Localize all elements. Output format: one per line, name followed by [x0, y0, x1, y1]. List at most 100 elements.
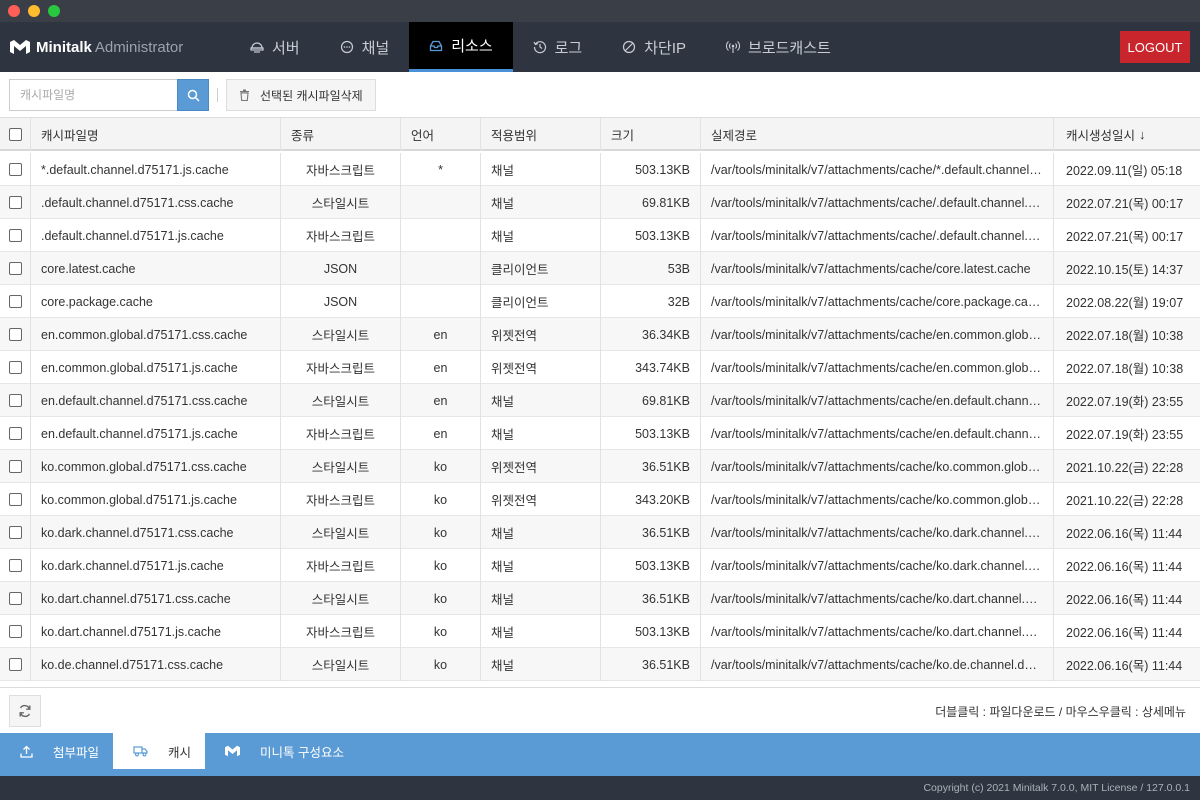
cell-size: 36.51KB — [601, 516, 701, 549]
cell-lang — [401, 252, 481, 285]
cell-date: 2021.10.22(금) 22:28 — [1066, 494, 1184, 508]
cell-lang — [401, 285, 481, 318]
row-checkbox[interactable] — [8, 262, 22, 275]
table-row[interactable]: ko.dart.channel.d75171.css.cache 스타일시트 ko 채… — [0, 582, 1200, 615]
minimize-window-button[interactable] — [28, 5, 40, 17]
cell-path-text: /var/tools/minitalk/v7/attachments/cache… — [711, 393, 1043, 408]
cell-date: 2022.06.16(목) 11:44 — [1066, 593, 1183, 607]
window-titlebar — [0, 0, 1200, 22]
row-checkbox[interactable] — [8, 328, 22, 341]
copyright-text: Copyright (c) 2021 Minitalk 7.0.0, MIT L… — [923, 782, 1190, 794]
row-checkbox[interactable] — [8, 427, 22, 440]
row-checkbox[interactable] — [8, 559, 22, 572]
search-button[interactable] — [177, 79, 209, 111]
app-logo: Minitalk Administrator — [10, 22, 183, 72]
cell-scope: 채널 — [481, 549, 601, 582]
status-bar: Copyright (c) 2021 Minitalk 7.0.0, MIT L… — [0, 776, 1200, 800]
table-row[interactable]: ko.dark.channel.d75171.css.cache 스타일시트 ko 채… — [0, 516, 1200, 549]
cell-name: .default.channel.d75171.css.cache — [31, 186, 281, 219]
nav-item-label: 리소스 — [451, 38, 493, 55]
cell-type: JSON — [281, 285, 401, 318]
row-checkbox[interactable] — [8, 394, 22, 407]
cell-path: /var/tools/minitalk/v7/attachments/cache… — [701, 615, 1054, 648]
nav-item-server[interactable]: 서버 — [230, 22, 320, 72]
column-header-scope[interactable]: 적용범위 — [481, 118, 601, 151]
cell-name: core.latest.cache — [31, 252, 281, 285]
cell-date: 2022.10.15(토) 14:37 — [1066, 263, 1184, 277]
cell-lang: ko — [401, 582, 481, 615]
nav-item-inbox[interactable]: 리소스 — [409, 22, 513, 72]
cell-type: 스타일시트 — [281, 648, 401, 681]
zoom-window-button[interactable] — [48, 5, 60, 17]
cell-scope: 위젯전역 — [481, 483, 601, 516]
row-checkbox[interactable] — [8, 196, 22, 209]
row-checkbox[interactable] — [8, 625, 22, 638]
row-checkbox[interactable] — [8, 163, 22, 176]
table-row[interactable]: en.default.channel.d75171.css.cache 스타일시트… — [0, 384, 1200, 417]
cell-path-text: /var/tools/minitalk/v7/attachments/cache… — [711, 327, 1043, 342]
table-row[interactable]: *.default.channel.d75171.js.cache 자바스크립트 *… — [0, 153, 1200, 186]
table-row[interactable]: .default.channel.d75171.css.cache 스타일시트 채널… — [0, 186, 1200, 219]
table-row[interactable]: core.latest.cache JSON 클리이언트 53B/var/tools/… — [0, 252, 1200, 285]
cell-path: /var/tools/minitalk/v7/attachments/cache… — [701, 549, 1054, 582]
cell-path-text: /var/tools/minitalk/v7/attachments/cache… — [711, 459, 1043, 474]
tab-truck[interactable]: 캐시 — [113, 733, 206, 769]
refresh-button[interactable] — [9, 695, 41, 727]
cell-path-text: /var/tools/minitalk/v7/attachments/cache… — [711, 492, 1043, 507]
row-checkbox[interactable] — [8, 229, 22, 242]
table-row[interactable]: ko.common.global.d75171.js.cache 자바스크립트 ko… — [0, 483, 1200, 516]
tab-upload[interactable]: 첨부파일 — [0, 733, 113, 769]
cell-lang: en — [401, 318, 481, 351]
column-header-name[interactable]: 캐시파일명 — [31, 118, 281, 151]
delete-selected-label: 선택된 캐시파일삭제 — [260, 88, 363, 103]
cell-size: 503.13KB — [601, 153, 701, 186]
table-row[interactable]: en.common.global.d75171.css.cache 스타일시트 en… — [0, 318, 1200, 351]
table-row[interactable]: ko.common.global.d75171.css.cache 스타일시트 ko… — [0, 450, 1200, 483]
row-checkbox[interactable] — [8, 460, 22, 473]
table-row[interactable]: ko.de.channel.d75171.css.cache 스타일시트 ko 채널 3… — [0, 648, 1200, 681]
table-row[interactable]: .default.channel.d75171.js.cache 자바스크립트 채널… — [0, 219, 1200, 252]
row-checkbox[interactable] — [8, 526, 22, 539]
cell-name: .default.channel.d75171.js.cache — [31, 219, 281, 252]
row-checkbox[interactable] — [8, 658, 22, 671]
column-header-size[interactable]: 크기 — [601, 118, 701, 151]
cell-scope: 채널 — [481, 186, 601, 219]
table-row[interactable]: en.default.channel.d75171.js.cache 자바스크립트… — [0, 417, 1200, 450]
row-checkbox[interactable] — [8, 592, 22, 605]
table-row[interactable]: en.common.global.d75171.js.cache 자바스크립트 en… — [0, 351, 1200, 384]
nav-item-broadcast[interactable]: 브로드캐스트 — [706, 22, 851, 72]
nav-item-chat[interactable]: 채널 — [320, 22, 410, 72]
inbox-icon — [429, 39, 443, 53]
cell-date: 2022.06.16(목) 11:44 — [1066, 659, 1183, 673]
nav-item-ban[interactable]: 차단IP — [602, 22, 706, 72]
cell-date: 2022.06.16(목) 11:44 — [1066, 527, 1183, 541]
column-header-path[interactable]: 실제경로 — [701, 118, 1054, 151]
close-window-button[interactable] — [8, 5, 20, 17]
cell-path-text: /var/tools/minitalk/v7/attachments/cache… — [711, 624, 1043, 639]
cell-path-text: /var/tools/minitalk/v7/attachments/cache… — [711, 657, 1043, 672]
nav-item-history[interactable]: 로그 — [513, 22, 603, 72]
cell-date: 2022.07.18(월) 10:38 — [1066, 362, 1184, 376]
cell-date: 2022.08.22(월) 19:07 — [1066, 296, 1184, 310]
row-checkbox[interactable] — [8, 295, 22, 308]
cell-name: ko.dark.channel.d75171.js.cache — [31, 549, 281, 582]
search-input[interactable] — [9, 79, 177, 111]
cell-type: 자바스크립트 — [281, 483, 401, 516]
server-icon — [250, 40, 264, 54]
select-all-checkbox[interactable] — [8, 128, 22, 141]
table-row[interactable]: ko.dart.channel.d75171.js.cache 자바스크립트 ko 채… — [0, 615, 1200, 648]
column-header-date[interactable]: 캐시생성일시 ↓ — [1054, 118, 1200, 151]
row-select-cell — [0, 384, 31, 417]
table-row[interactable]: ko.dark.channel.d75171.js.cache 자바스크립트 ko 채… — [0, 549, 1200, 582]
delete-selected-button[interactable]: 선택된 캐시파일삭제 — [226, 79, 376, 111]
column-header-lang[interactable]: 언어 — [401, 118, 481, 151]
logout-button[interactable]: LOGOUT — [1120, 31, 1190, 63]
row-checkbox[interactable] — [8, 361, 22, 374]
nav-item-label: 브로드캐스트 — [748, 39, 831, 57]
table-row[interactable]: core.package.cache JSON 클리이언트 32B/var/tools… — [0, 285, 1200, 318]
cell-name: ko.dart.channel.d75171.css.cache — [31, 582, 281, 615]
row-checkbox[interactable] — [8, 493, 22, 506]
tab-minitalk[interactable]: 미니톡 구성요소 — [205, 733, 358, 769]
cell-name: ko.dart.channel.d75171.js.cache — [31, 615, 281, 648]
column-header-type[interactable]: 종류 — [281, 118, 401, 151]
